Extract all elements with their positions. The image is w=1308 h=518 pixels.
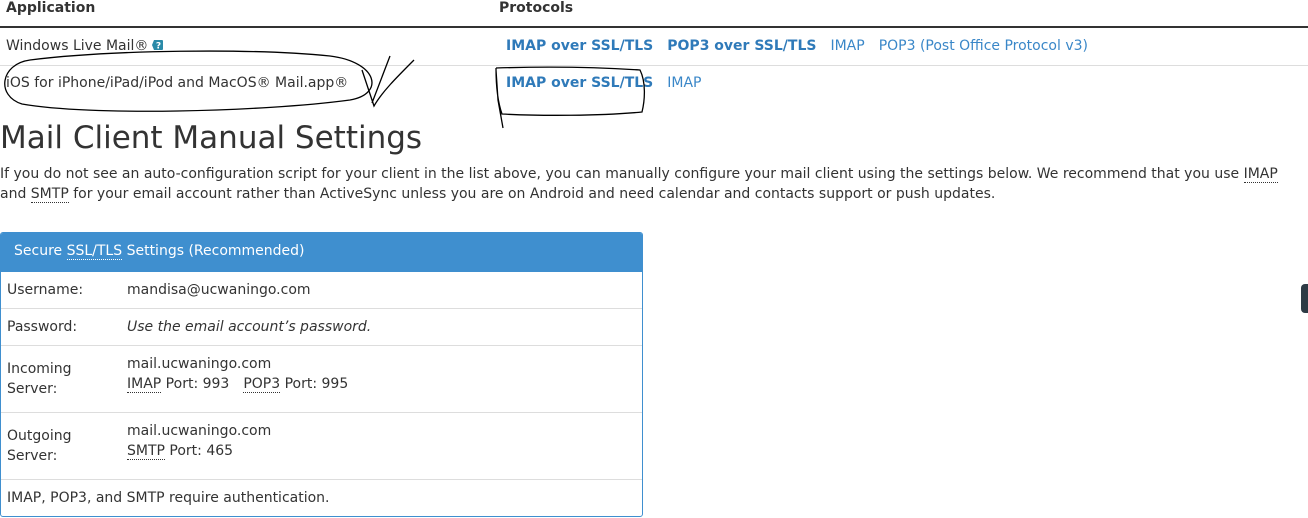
outgoing-server-row: Outgoing Server: mail.ucwaningo.com SMTP… [1,413,642,480]
protocol-links: IMAP over SSL/TLS POP3 over SSL/TLS IMAP PO… [506,38,1102,54]
intro-paragraph: If you do not see an auto-configuration … [0,164,1305,204]
link-imap-ssl-tls[interactable]: IMAP over SSL/TLS [506,38,653,54]
password-row: Password: Use the email account’s passwo… [1,309,642,346]
table-row: Windows Live Mail®? IMAP over SSL/TLS POP… [0,29,1308,66]
outgoing-server-value: mail.ucwaningo.com SMTP Port: 465 [127,421,271,461]
username-row: Username: mandisa@ucwaningo.com [1,272,642,309]
app-name-windows-live-mail: Windows Live Mail®? [6,38,164,54]
svg-text:?: ? [156,42,161,52]
intro-text: If you do not see an auto-configuration … [0,166,1244,182]
auth-note-row: IMAP, POP3, and SMTP require authenticat… [1,480,642,516]
incoming-server-value: mail.ucwaningo.com IMAP Port: 993 POP3 Po… [127,354,348,394]
incoming-server-label: Incoming Server: [7,361,72,397]
protocol-links: IMAP over SSL/TLS IMAP [506,75,716,91]
username-value: mandisa@ucwaningo.com [127,282,311,298]
incoming-host: mail.ucwaningo.com [127,356,272,372]
header-application: Application [6,0,96,16]
panel-title-text: Secure [14,243,67,259]
smtp-abbr: SMTP [30,186,69,203]
table-header-row: Application Protocols [0,0,1308,28]
incoming-server-row: Incoming Server: mail.ucwaningo.com IMAP… [1,346,642,413]
imap-abbr: IMAP [127,376,162,393]
password-label: Password: [7,319,78,335]
link-imap[interactable]: IMAP [667,75,701,91]
intro-text: and [0,186,31,202]
app-name-label: Windows Live Mail® [6,38,149,54]
ssl-tls-abbr: SSL/TLS [66,243,123,260]
help-icon[interactable]: ? [152,39,164,52]
password-value: Use the email account’s password. [127,319,372,335]
secure-settings-panel: Secure SSL/TLS Settings (Recommended) Us… [0,232,643,517]
header-protocols: Protocols [499,0,574,16]
app-name-ios-macos-mail: iOS for iPhone/iPad/iPod and MacOS® Mail… [6,75,349,91]
link-pop3[interactable]: POP3 (Post Office Protocol v3) [879,38,1088,54]
link-imap[interactable]: IMAP [830,38,864,54]
pop3-port: Port: 995 [280,376,349,392]
outgoing-server-label: Outgoing Server: [7,428,72,464]
smtp-port: Port: 465 [164,443,234,459]
username-label: Username: [7,282,84,298]
panel-header: Secure SSL/TLS Settings (Recommended) [1,233,642,272]
pop3-abbr: POP3 [243,376,281,393]
link-pop3-ssl-tls[interactable]: POP3 over SSL/TLS [667,38,816,54]
imap-abbr: IMAP [1243,166,1278,183]
panel-title-text: Settings (Recommended) [122,243,305,259]
intro-text: for your email account rather than Activ… [68,186,996,202]
auth-note: IMAP, POP3, and SMTP require authenticat… [7,490,330,506]
table-row: iOS for iPhone/iPad/iPod and MacOS® Mail… [0,66,1308,103]
smtp-abbr: SMTP [127,443,165,460]
outgoing-host: mail.ucwaningo.com [127,423,272,439]
imap-port: Port: 993 [161,376,230,392]
link-imap-ssl-tls[interactable]: IMAP over SSL/TLS [506,75,653,91]
page-title: Mail Client Manual Settings [0,120,423,156]
side-widget-tab[interactable] [1301,284,1308,313]
